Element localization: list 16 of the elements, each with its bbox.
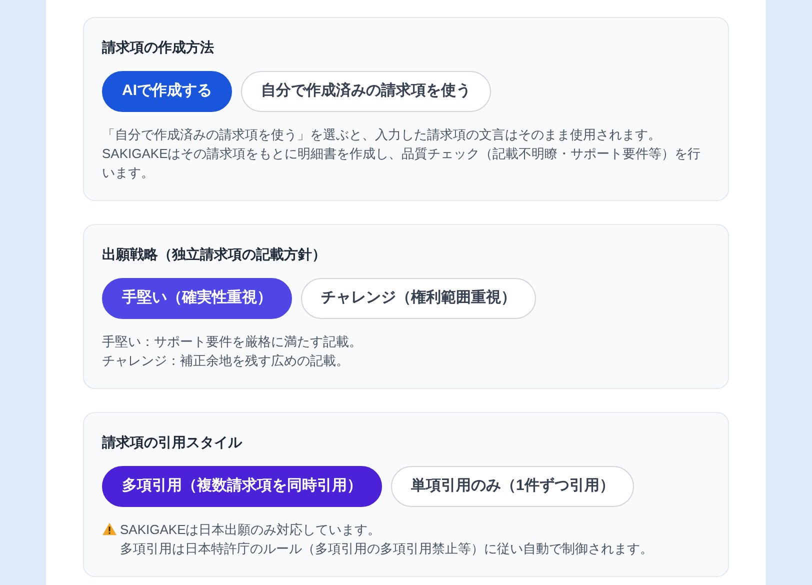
help-text: 多項引用は日本特許庁のルール（多項引用の多項引用禁止等）に従い自動で制御されます。 (120, 540, 653, 558)
option-button[interactable]: 多項引用（複数請求項を同時引用） (102, 466, 382, 507)
help-text: SAKIGAKEはその請求項をもとに明細書を作成し、品質チェック（記載不明瞭・サポート要件等）を行います。 (102, 145, 702, 182)
section-title: 請求項の引用スタイル (102, 433, 244, 452)
option-button[interactable]: 手堅い（確実性重視） (102, 278, 292, 319)
option-button[interactable]: 単項引用のみ（1件ずつ引用） (391, 466, 634, 507)
help-text: チャレンジ：補正余地を残す広めの記載。 (102, 352, 350, 370)
help-text: 「自分で作成済みの請求項を使う」を選ぶと、入力した請求項の文言はそのまま使用されます。 (102, 126, 662, 144)
warning-icon (102, 522, 117, 536)
section-title: 請求項の作成方法 (102, 38, 215, 57)
option-button[interactable]: 自分で作成済みの請求項を使う (241, 71, 491, 112)
help-text: 手堅い：サポート要件を厳格に満たす記載。 (102, 333, 363, 351)
help-text: SAKIGAKEは日本出願のみ対応しています。 (120, 521, 382, 539)
option-button[interactable]: チャレンジ（権利範囲重視） (301, 278, 536, 319)
option-button[interactable]: AIで作成する (102, 71, 232, 112)
section-title: 出願戦略（独立請求項の記載方針） (102, 245, 327, 264)
